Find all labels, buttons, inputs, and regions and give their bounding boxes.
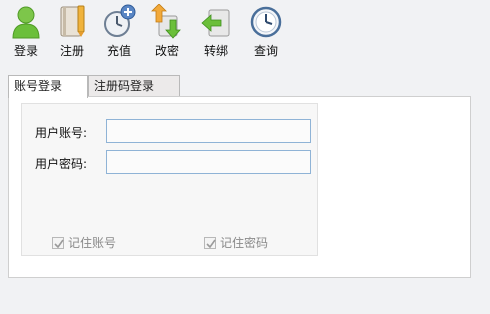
swap-arrows-icon [151,4,181,39]
tab-regcode-login[interactable]: 注册码登录 [88,75,180,97]
transfer-bind-button[interactable]: 转绑 [193,4,239,62]
account-label: 用户账号: [35,126,88,140]
remember-account-checkbox[interactable]: 记住账号 [52,234,116,251]
login-button[interactable]: 登录 [3,4,49,62]
login-form-group: 用户账号: 用户密码: 记住账号 记住密码 [21,103,318,256]
notebook-icon [60,5,85,37]
clock-add-icon [104,4,136,37]
register-label: 注册 [59,44,84,58]
register-button[interactable]: 注册 [49,4,95,62]
account-input[interactable] [106,119,311,143]
remember-password-checkbox[interactable]: 记住密码 [204,234,268,251]
remember-password-box[interactable] [204,236,216,249]
change-password-label: 改密 [154,44,179,58]
password-label: 用户密码: [35,157,88,171]
login-panel: 用户账号: 用户密码: 记住账号 记住密码 [8,96,471,278]
transfer-bind-label: 转绑 [203,44,228,58]
password-input[interactable] [106,150,311,174]
user-icon [12,6,40,39]
clock-icon [250,6,282,38]
toolbar: 登录 注册 充值 改密 转绑 查询 [0,0,490,64]
app-window: 登录 注册 充值 改密 转绑 查询 账号登录 注册码登录 用户账号: 用户密码:… [0,0,490,314]
query-label: 查询 [253,44,278,58]
change-password-button[interactable]: 改密 [144,4,190,62]
remember-account-label: 记住账号 [68,236,117,250]
query-button[interactable]: 查询 [243,4,289,62]
recharge-button[interactable]: 充值 [96,4,142,62]
login-label: 登录 [13,44,38,58]
recharge-label: 充值 [106,44,131,58]
transfer-back-icon [201,9,230,37]
check-icon [206,239,216,248]
remember-account-box[interactable] [52,236,64,249]
tab-account-login-label: 账号登录 [14,79,63,93]
check-icon [54,239,64,248]
remember-password-label: 记住密码 [220,236,269,250]
tab-regcode-login-label: 注册码登录 [94,79,155,93]
tab-account-login[interactable]: 账号登录 [8,75,88,98]
